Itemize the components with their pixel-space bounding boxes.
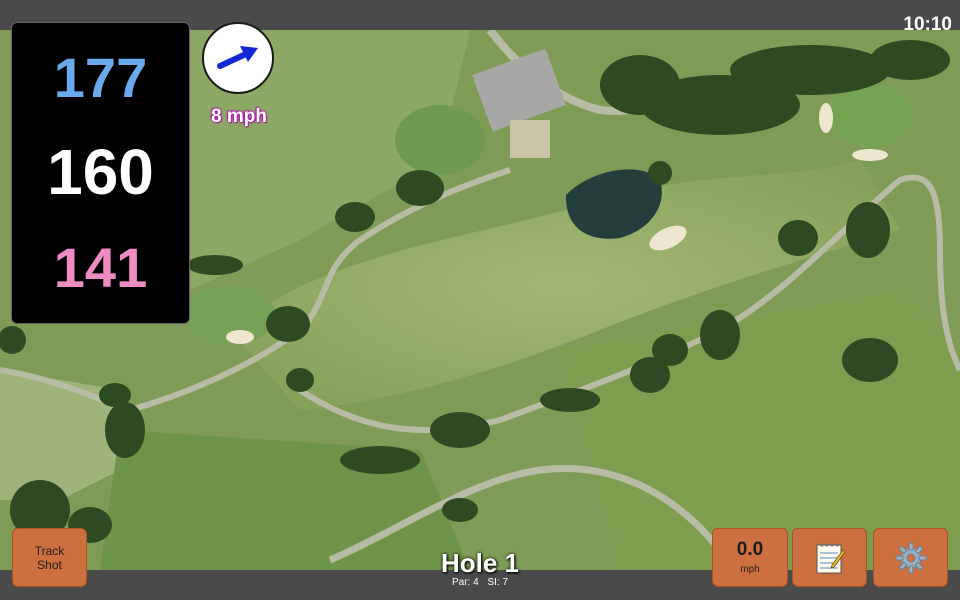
distance-panel: 177 160 141	[11, 22, 190, 324]
hole-stroke-index: SI: 7	[487, 577, 509, 588]
settings-button[interactable]	[873, 528, 948, 587]
wind-direction-indicator	[202, 22, 274, 94]
speed-button[interactable]: 0.0 mph	[712, 528, 788, 587]
notes-button[interactable]	[792, 528, 867, 587]
hole-info: Par: 4 SI: 7	[380, 577, 580, 588]
hole-title: Hole 1	[440, 548, 520, 578]
wind-speed-label: 8 mph	[211, 106, 267, 127]
track-shot-button[interactable]: Track Shot	[12, 528, 87, 587]
front-of-green-distance: 141	[53, 236, 148, 299]
wind-direction-arrow-icon	[217, 46, 258, 69]
gear-icon	[895, 542, 926, 573]
notepad-icon	[816, 542, 846, 573]
speed-value: 0.0	[736, 539, 764, 560]
hole-par: Par: 4	[451, 577, 479, 588]
middle-of-green-distance: 160	[47, 136, 154, 208]
speed-unit: mph	[740, 564, 760, 575]
back-of-green-distance: 177	[53, 46, 148, 109]
track-shot-label: Track Shot	[34, 543, 65, 572]
